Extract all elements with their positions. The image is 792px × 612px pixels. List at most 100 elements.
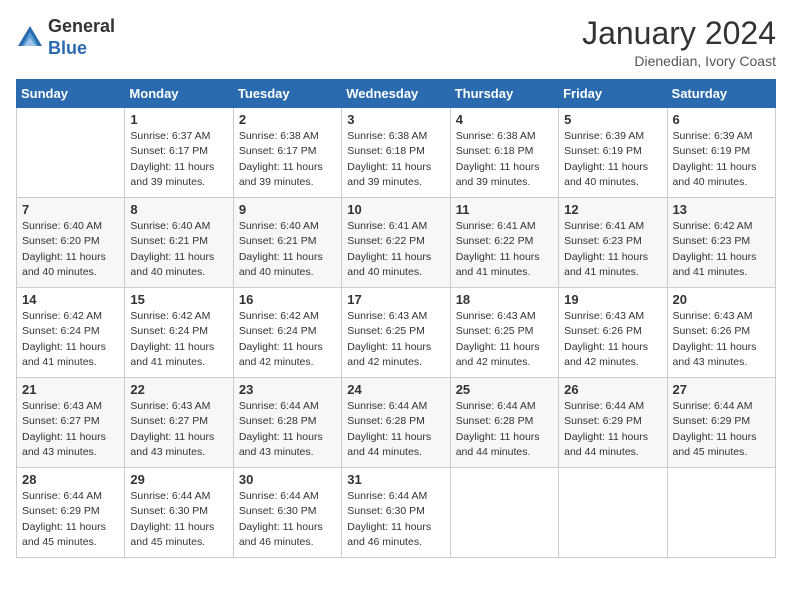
day-info: Sunrise: 6:44 AM Sunset: 6:29 PM Dayligh… bbox=[564, 399, 661, 460]
day-info: Sunrise: 6:43 AM Sunset: 6:27 PM Dayligh… bbox=[130, 399, 227, 460]
day-cell: 13 Sunrise: 6:42 AM Sunset: 6:23 PM Dayli… bbox=[667, 198, 775, 288]
day-cell: 11 Sunrise: 6:41 AM Sunset: 6:22 PM Dayli… bbox=[450, 198, 558, 288]
day-cell: 25 Sunrise: 6:44 AM Sunset: 6:28 PM Dayli… bbox=[450, 378, 558, 468]
day-info: Sunrise: 6:41 AM Sunset: 6:22 PM Dayligh… bbox=[347, 219, 444, 280]
day-info: Sunrise: 6:42 AM Sunset: 6:24 PM Dayligh… bbox=[130, 309, 227, 370]
day-cell: 28 Sunrise: 6:44 AM Sunset: 6:29 PM Dayli… bbox=[17, 468, 125, 558]
day-info: Sunrise: 6:43 AM Sunset: 6:25 PM Dayligh… bbox=[456, 309, 553, 370]
day-number: 8 bbox=[130, 202, 227, 217]
day-info: Sunrise: 6:43 AM Sunset: 6:27 PM Dayligh… bbox=[22, 399, 119, 460]
day-number: 15 bbox=[130, 292, 227, 307]
day-info: Sunrise: 6:38 AM Sunset: 6:17 PM Dayligh… bbox=[239, 129, 336, 190]
day-number: 30 bbox=[239, 472, 336, 487]
day-cell: 6Sunrise: 6:39 AM Sunset: 6:19 PM Daylig… bbox=[667, 108, 775, 198]
day-number: 5 bbox=[564, 112, 661, 127]
col-header-wednesday: Wednesday bbox=[342, 80, 450, 108]
day-cell: 26 Sunrise: 6:44 AM Sunset: 6:29 PM Dayli… bbox=[559, 378, 667, 468]
day-info: Sunrise: 6:44 AM Sunset: 6:28 PM Dayligh… bbox=[347, 399, 444, 460]
day-cell: 18 Sunrise: 6:43 AM Sunset: 6:25 PM Dayli… bbox=[450, 288, 558, 378]
day-number: 17 bbox=[347, 292, 444, 307]
day-info: Sunrise: 6:38 AM Sunset: 6:18 PM Dayligh… bbox=[456, 129, 553, 190]
day-cell bbox=[559, 468, 667, 558]
day-number: 11 bbox=[456, 202, 553, 217]
week-row-3: 21 Sunrise: 6:43 AM Sunset: 6:27 PM Dayli… bbox=[17, 378, 776, 468]
day-info: Sunrise: 6:43 AM Sunset: 6:25 PM Dayligh… bbox=[347, 309, 444, 370]
day-info: Sunrise: 6:40 AM Sunset: 6:20 PM Dayligh… bbox=[22, 219, 119, 280]
day-number: 14 bbox=[22, 292, 119, 307]
day-number: 18 bbox=[456, 292, 553, 307]
header: General Blue January 2024 Dienedian, Ivo… bbox=[16, 16, 776, 69]
day-number: 19 bbox=[564, 292, 661, 307]
day-cell: 27 Sunrise: 6:44 AM Sunset: 6:29 PM Dayli… bbox=[667, 378, 775, 468]
day-number: 13 bbox=[673, 202, 770, 217]
logo-blue: Blue bbox=[48, 38, 115, 60]
col-header-monday: Monday bbox=[125, 80, 233, 108]
day-cell: 20 Sunrise: 6:43 AM Sunset: 6:26 PM Dayli… bbox=[667, 288, 775, 378]
page-container: General Blue January 2024 Dienedian, Ivo… bbox=[0, 0, 792, 568]
day-cell: 3Sunrise: 6:38 AM Sunset: 6:18 PM Daylig… bbox=[342, 108, 450, 198]
col-header-saturday: Saturday bbox=[667, 80, 775, 108]
day-cell: 10 Sunrise: 6:41 AM Sunset: 6:22 PM Dayli… bbox=[342, 198, 450, 288]
day-cell: 19Sunrise: 6:43 AM Sunset: 6:26 PM Dayli… bbox=[559, 288, 667, 378]
day-cell: 31Sunrise: 6:44 AM Sunset: 6:30 PM Dayli… bbox=[342, 468, 450, 558]
logo-icon bbox=[16, 24, 44, 52]
day-cell bbox=[17, 108, 125, 198]
day-number: 16 bbox=[239, 292, 336, 307]
day-number: 20 bbox=[673, 292, 770, 307]
day-cell: 16Sunrise: 6:42 AM Sunset: 6:24 PM Dayli… bbox=[233, 288, 341, 378]
week-row-2: 14 Sunrise: 6:42 AM Sunset: 6:24 PM Dayli… bbox=[17, 288, 776, 378]
day-number: 7 bbox=[22, 202, 119, 217]
day-number: 26 bbox=[564, 382, 661, 397]
day-info: Sunrise: 6:40 AM Sunset: 6:21 PM Dayligh… bbox=[239, 219, 336, 280]
day-info: Sunrise: 6:39 AM Sunset: 6:19 PM Dayligh… bbox=[564, 129, 661, 190]
day-cell: 1Sunrise: 6:37 AM Sunset: 6:17 PM Daylig… bbox=[125, 108, 233, 198]
day-info: Sunrise: 6:43 AM Sunset: 6:26 PM Dayligh… bbox=[673, 309, 770, 370]
month-title: January 2024 bbox=[582, 16, 776, 51]
day-info: Sunrise: 6:42 AM Sunset: 6:23 PM Dayligh… bbox=[673, 219, 770, 280]
day-info: Sunrise: 6:44 AM Sunset: 6:28 PM Dayligh… bbox=[456, 399, 553, 460]
day-number: 27 bbox=[673, 382, 770, 397]
day-number: 12 bbox=[564, 202, 661, 217]
day-cell: 9Sunrise: 6:40 AM Sunset: 6:21 PM Daylig… bbox=[233, 198, 341, 288]
day-cell: 12Sunrise: 6:41 AM Sunset: 6:23 PM Dayli… bbox=[559, 198, 667, 288]
day-cell: 23Sunrise: 6:44 AM Sunset: 6:28 PM Dayli… bbox=[233, 378, 341, 468]
day-number: 24 bbox=[347, 382, 444, 397]
week-row-0: 1Sunrise: 6:37 AM Sunset: 6:17 PM Daylig… bbox=[17, 108, 776, 198]
day-cell: 14 Sunrise: 6:42 AM Sunset: 6:24 PM Dayli… bbox=[17, 288, 125, 378]
col-header-tuesday: Tuesday bbox=[233, 80, 341, 108]
day-number: 25 bbox=[456, 382, 553, 397]
day-number: 1 bbox=[130, 112, 227, 127]
week-row-4: 28 Sunrise: 6:44 AM Sunset: 6:29 PM Dayli… bbox=[17, 468, 776, 558]
title-block: January 2024 Dienedian, Ivory Coast bbox=[582, 16, 776, 69]
day-number: 10 bbox=[347, 202, 444, 217]
day-cell: 5 Sunrise: 6:39 AM Sunset: 6:19 PM Daylig… bbox=[559, 108, 667, 198]
logo-general: General bbox=[48, 16, 115, 38]
day-info: Sunrise: 6:40 AM Sunset: 6:21 PM Dayligh… bbox=[130, 219, 227, 280]
logo: General Blue bbox=[16, 16, 115, 59]
day-cell bbox=[450, 468, 558, 558]
day-info: Sunrise: 6:44 AM Sunset: 6:29 PM Dayligh… bbox=[22, 489, 119, 550]
day-cell: 2Sunrise: 6:38 AM Sunset: 6:17 PM Daylig… bbox=[233, 108, 341, 198]
day-cell: 24 Sunrise: 6:44 AM Sunset: 6:28 PM Dayli… bbox=[342, 378, 450, 468]
day-number: 31 bbox=[347, 472, 444, 487]
day-cell: 7 Sunrise: 6:40 AM Sunset: 6:20 PM Daylig… bbox=[17, 198, 125, 288]
day-info: Sunrise: 6:41 AM Sunset: 6:22 PM Dayligh… bbox=[456, 219, 553, 280]
day-info: Sunrise: 6:44 AM Sunset: 6:30 PM Dayligh… bbox=[130, 489, 227, 550]
day-cell: 30 Sunrise: 6:44 AM Sunset: 6:30 PM Dayli… bbox=[233, 468, 341, 558]
day-info: Sunrise: 6:44 AM Sunset: 6:29 PM Dayligh… bbox=[673, 399, 770, 460]
calendar-header-row: SundayMondayTuesdayWednesdayThursdayFrid… bbox=[17, 80, 776, 108]
day-cell: 29Sunrise: 6:44 AM Sunset: 6:30 PM Dayli… bbox=[125, 468, 233, 558]
day-number: 21 bbox=[22, 382, 119, 397]
day-info: Sunrise: 6:42 AM Sunset: 6:24 PM Dayligh… bbox=[22, 309, 119, 370]
day-cell: 21 Sunrise: 6:43 AM Sunset: 6:27 PM Dayli… bbox=[17, 378, 125, 468]
day-number: 4 bbox=[456, 112, 553, 127]
day-cell: 8 Sunrise: 6:40 AM Sunset: 6:21 PM Daylig… bbox=[125, 198, 233, 288]
col-header-thursday: Thursday bbox=[450, 80, 558, 108]
day-number: 22 bbox=[130, 382, 227, 397]
day-cell: 4 Sunrise: 6:38 AM Sunset: 6:18 PM Daylig… bbox=[450, 108, 558, 198]
location: Dienedian, Ivory Coast bbox=[582, 53, 776, 69]
day-number: 28 bbox=[22, 472, 119, 487]
day-number: 3 bbox=[347, 112, 444, 127]
col-header-sunday: Sunday bbox=[17, 80, 125, 108]
day-info: Sunrise: 6:44 AM Sunset: 6:30 PM Dayligh… bbox=[239, 489, 336, 550]
